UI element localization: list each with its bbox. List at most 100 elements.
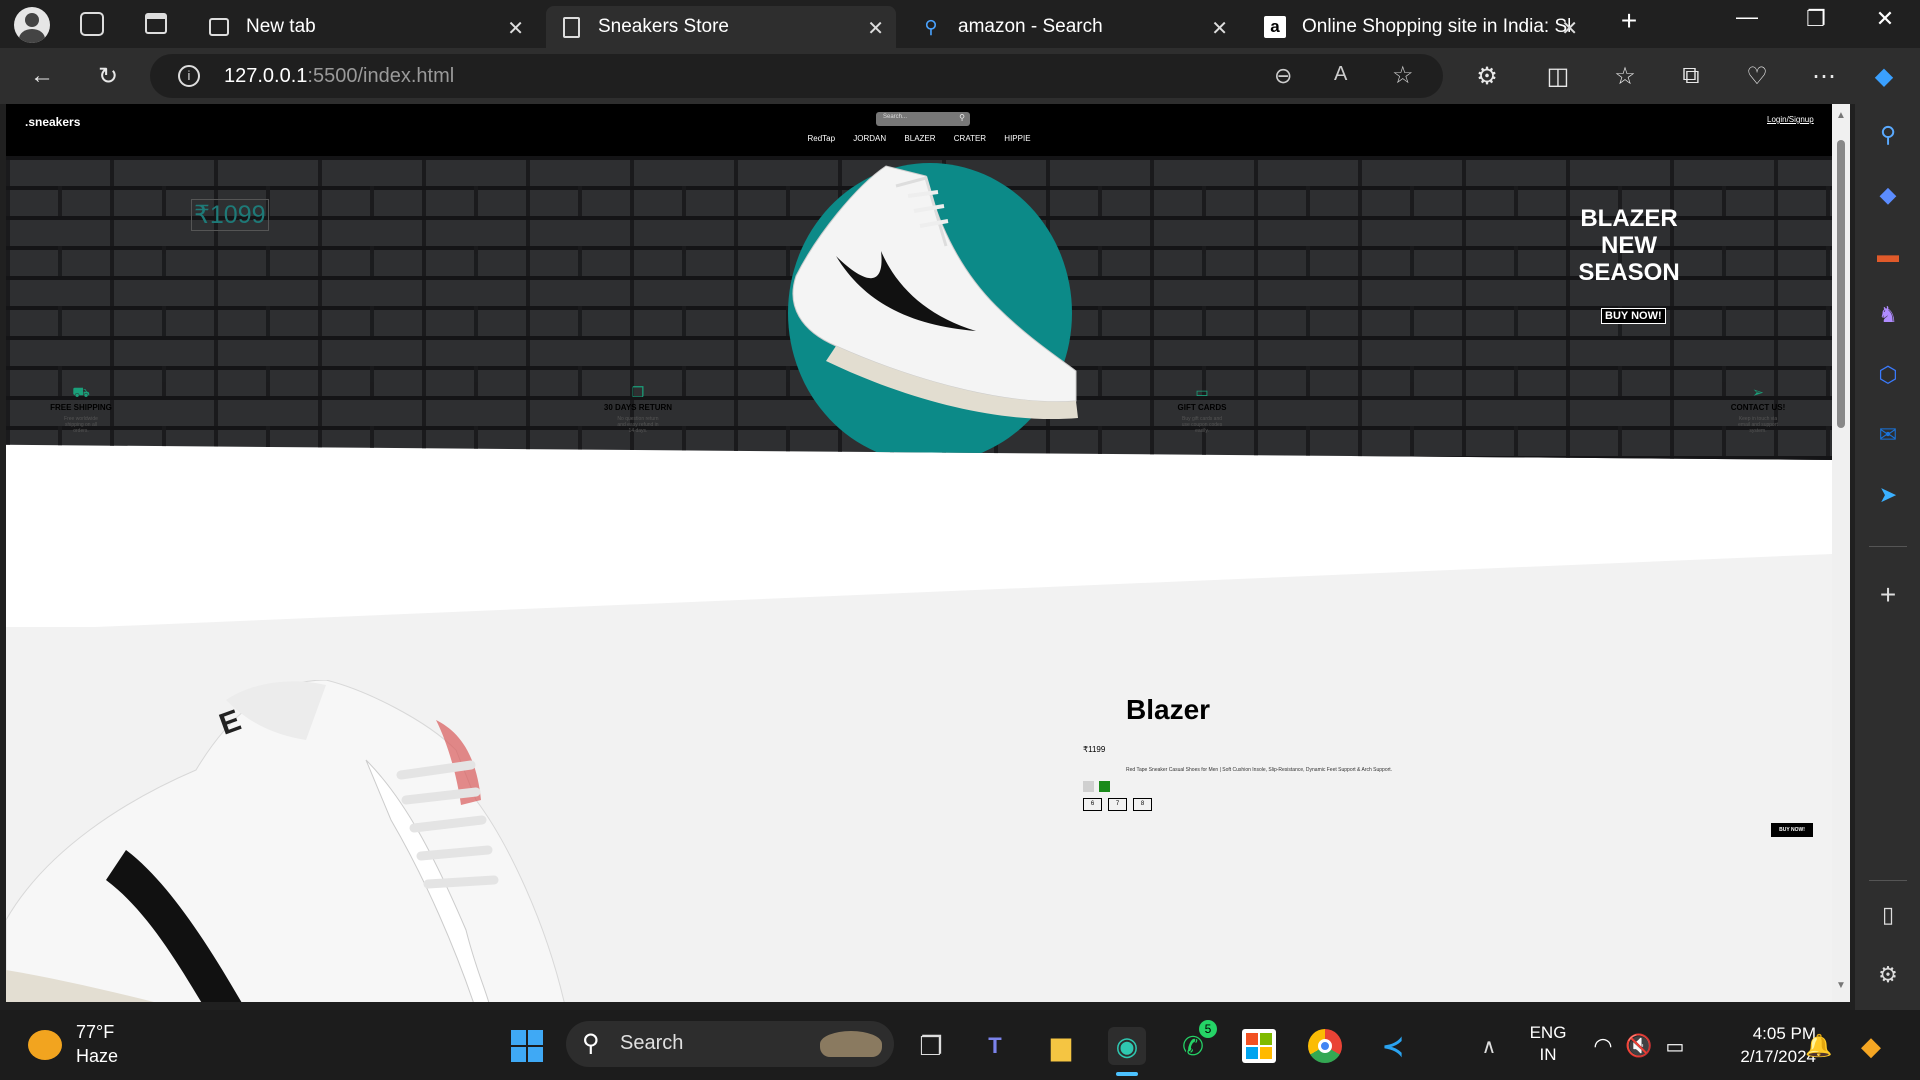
windows-start-icon[interactable] <box>508 1027 546 1065</box>
language-indicator[interactable]: ENG IN <box>1526 1022 1570 1066</box>
notification-bell-icon[interactable]: 🔔 <box>1800 1027 1838 1065</box>
shopping-tag-icon[interactable]: ◆ <box>1873 180 1903 210</box>
size-option[interactable]: 7 <box>1108 798 1127 811</box>
close-tab-icon[interactable]: ✕ <box>507 16 524 41</box>
hero-buy-now-button[interactable]: BUY NOW! <box>1601 308 1666 324</box>
taskbar-search-label: Search <box>620 1032 684 1054</box>
size-option[interactable]: 6 <box>1083 798 1102 811</box>
login-signup-link[interactable]: Login/Signup <box>1767 115 1814 124</box>
site-info-icon[interactable]: i <box>178 65 200 87</box>
new-tab-icon <box>208 16 230 38</box>
tab-sneakers-store[interactable]: Sneakers Store ✕ <box>546 6 896 48</box>
drop-icon[interactable]: ➤ <box>1873 480 1903 510</box>
settings-gear-icon[interactable]: ⚙ <box>1873 960 1903 990</box>
profile-avatar[interactable] <box>14 7 50 43</box>
hide-sidebar-icon[interactable]: ▯ <box>1873 900 1903 930</box>
collections-icon[interactable]: ⧉ <box>1675 60 1707 92</box>
copilot-taskbar-icon[interactable]: ◆ <box>1852 1027 1890 1065</box>
search-placeholder: Search... <box>883 114 908 120</box>
page-icon <box>560 16 582 38</box>
feature-free-shipping: ⛟ FREE SHIPPING Free worldwide shipping … <box>41 384 121 434</box>
menu-item-hippie[interactable]: HIPPIE <box>1004 134 1030 143</box>
scroll-up-icon[interactable]: ▲ <box>1836 110 1846 121</box>
back-button[interactable]: ← <box>26 60 58 92</box>
copilot-icon[interactable]: ◆ <box>1868 60 1900 92</box>
search-icon: ⚲ <box>582 1030 600 1057</box>
gift-card-icon: ▭ <box>1195 384 1209 400</box>
sidebar-divider <box>1869 546 1907 547</box>
tab-amazon-shopping[interactable]: a Online Shopping site in India: Sh ✕ <box>1250 6 1590 48</box>
site-logo[interactable]: .sneakers <box>25 115 80 129</box>
favorites-icon[interactable]: ☆ <box>1609 60 1641 92</box>
hero-price: ₹1099 <box>191 199 269 231</box>
search-icon: ⚲ <box>924 16 938 37</box>
read-aloud-icon[interactable]: A <box>1334 63 1347 86</box>
menu-item-crater[interactable]: CRATER <box>954 134 986 143</box>
hero-headline: BLAZER NEW SEASON <box>1546 205 1712 286</box>
workspaces-icon[interactable] <box>80 12 104 36</box>
microsoft-store-icon[interactable] <box>1240 1027 1278 1065</box>
weather-widget[interactable]: 77°F Haze <box>28 1022 138 1068</box>
edge-icon[interactable]: ◉ <box>1108 1027 1146 1065</box>
new-tab-button[interactable]: + <box>1614 5 1644 37</box>
taskbar-search[interactable]: ⚲ Search <box>566 1021 894 1067</box>
tab-amazon-search[interactable]: ⚲ amazon - Search ✕ <box>906 6 1240 48</box>
wifi-icon[interactable]: ◠ <box>1584 1027 1622 1065</box>
close-tab-icon[interactable]: ✕ <box>1561 16 1578 41</box>
outlook-icon[interactable]: ✉ <box>1873 420 1903 450</box>
split-screen-icon[interactable]: ◫ <box>1542 60 1574 92</box>
menu-item-redtap[interactable]: RedTap <box>807 134 835 143</box>
show-hidden-icons-icon[interactable]: ∧ <box>1470 1027 1508 1065</box>
feature-desc: Buy gift cards and use coupon codes easi… <box>1181 416 1223 434</box>
menu-item-jordan[interactable]: JORDAN <box>853 134 886 143</box>
chrome-icon[interactable] <box>1306 1027 1344 1065</box>
feature-contact-us: ➢ CONTACT US! Keep in touch via email an… <box>1718 384 1798 434</box>
refresh-button[interactable]: ↻ <box>92 60 124 92</box>
microsoft-365-icon[interactable]: ⬡ <box>1873 360 1903 390</box>
vertical-tabs-icon[interactable] <box>145 13 167 34</box>
headline-line: BLAZER <box>1580 205 1678 232</box>
scroll-down-icon[interactable]: ▼ <box>1836 980 1846 991</box>
address-bar[interactable]: i 127.0.0.1:5500/index.html ⊖ A ☆ <box>150 54 1443 98</box>
more-menu-icon[interactable]: ⋯ <box>1808 60 1840 92</box>
scrollbar-thumb[interactable] <box>1837 140 1845 428</box>
color-swatch-green[interactable] <box>1099 781 1110 792</box>
weather-temp: 77°F <box>76 1022 115 1042</box>
tools-icon[interactable]: ▬ <box>1873 240 1903 270</box>
battery-icon[interactable]: ▭ <box>1656 1027 1694 1065</box>
favorite-star-icon[interactable]: ☆ <box>1392 61 1414 90</box>
volume-muted-icon[interactable]: 🔇 <box>1620 1027 1658 1065</box>
toolbar: ← ↻ i 127.0.0.1:5500/index.html ⊖ A ☆ ⚙ … <box>0 48 1920 104</box>
tab-new-tab[interactable]: New tab ✕ <box>194 6 536 48</box>
color-swatch-grey[interactable] <box>1083 781 1094 792</box>
close-tab-icon[interactable]: ✕ <box>1211 16 1228 41</box>
minimize-button[interactable]: — <box>1732 4 1762 30</box>
site-search-input[interactable]: Search... ⚲ <box>876 112 970 126</box>
tab-bar: New tab ✕ Sneakers Store ✕ ⚲ amazon - Se… <box>0 0 1920 48</box>
search-icon[interactable]: ⚲ <box>1873 120 1903 150</box>
search-icon[interactable]: ⚲ <box>959 113 965 122</box>
extensions-icon[interactable]: ⚙ <box>1471 60 1503 92</box>
browser-essentials-icon[interactable]: ♡ <box>1741 60 1773 92</box>
size-option[interactable]: 8 <box>1133 798 1152 811</box>
url-text: 127.0.0.1:5500/index.html <box>224 65 455 87</box>
task-view-icon[interactable]: ❐ <box>912 1027 950 1065</box>
games-icon[interactable]: ♞ <box>1873 300 1903 330</box>
page-scrollbar[interactable]: ▲ ▼ <box>1832 104 1850 1002</box>
add-sidebar-app-icon[interactable]: + <box>1873 579 1903 610</box>
product-buy-now-button[interactable]: BUY NOW! <box>1771 823 1813 837</box>
zoom-out-icon[interactable]: ⊖ <box>1274 63 1292 89</box>
product-name: Blazer <box>1126 694 1211 725</box>
vscode-icon[interactable]: ≺ <box>1374 1027 1412 1065</box>
restore-button[interactable]: ❐ <box>1801 6 1831 32</box>
tab-title: amazon - Search <box>958 16 1103 37</box>
feature-30-days-return: ❒ 30 DAYS RETURN No question return and … <box>598 384 678 434</box>
close-tab-icon[interactable]: ✕ <box>867 16 884 41</box>
menu-item-blazer[interactable]: BLAZER <box>904 134 935 143</box>
close-window-button[interactable]: ✕ <box>1870 6 1900 32</box>
feature-desc: No question return and easy refund in 14… <box>617 416 659 434</box>
file-explorer-icon[interactable]: ▆ <box>1042 1027 1080 1065</box>
site-navbar: .sneakers Search... ⚲ RedTap JORDAN BLAZ… <box>6 104 1832 156</box>
teams-icon[interactable]: T <box>976 1027 1014 1065</box>
product-description: Red Tape Sneaker Casual Shoes for Men | … <box>1126 767 1393 773</box>
